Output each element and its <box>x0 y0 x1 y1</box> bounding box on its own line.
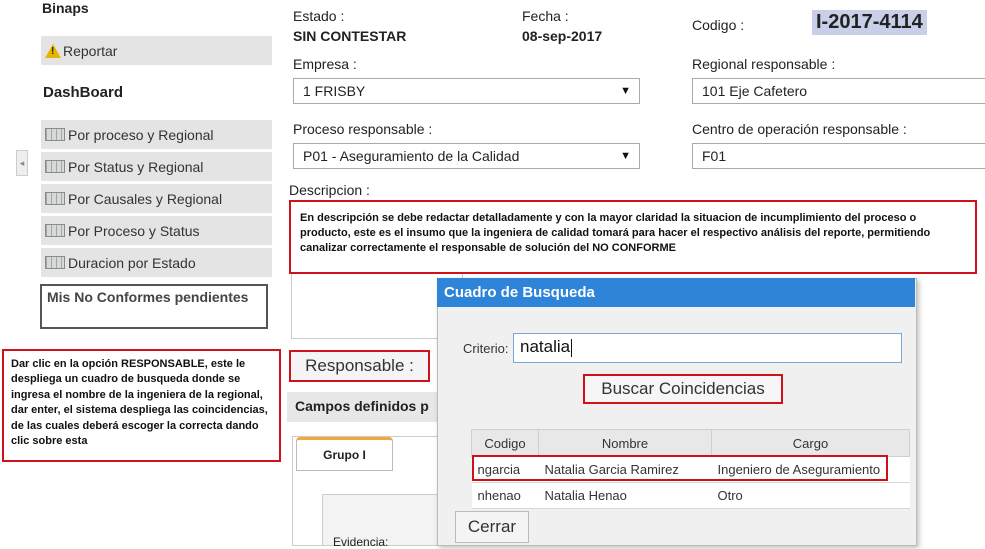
regional-field[interactable]: 101 Eje Cafetero <box>692 78 985 104</box>
codigo-label: Codigo : <box>692 17 745 33</box>
dropdown-arrow-icon: ▼ <box>620 150 631 162</box>
proceso-select[interactable]: P01 - Aseguramiento de la Calidad ▼ <box>293 143 640 169</box>
regional-value: 101 Eje Cafetero <box>702 83 808 99</box>
sidebar-item-causales-regional[interactable]: Por Causales y Regional <box>41 184 272 214</box>
proceso-label: Proceso responsable : <box>293 121 433 137</box>
cell-cargo[interactable]: Otro <box>711 482 910 509</box>
text-caret <box>571 338 573 357</box>
dashboard-title: DashBoard <box>43 84 124 101</box>
cell-codigo[interactable]: nhenao <box>471 482 539 509</box>
report-label: Reportar <box>63 42 118 59</box>
buscar-coincidencias-button[interactable]: Buscar Coincidencias <box>583 374 783 404</box>
sidebar-item-label: Duracion por Estado <box>68 254 196 271</box>
descripcion-label: Descripcion : <box>289 182 370 198</box>
column-header-nombre[interactable]: Nombre <box>538 429 712 457</box>
app-brand: Binaps <box>42 0 89 16</box>
grid-icon <box>45 192 65 205</box>
collapse-sidebar-icon[interactable]: ◂ <box>16 150 28 176</box>
grid-icon <box>45 224 65 237</box>
centro-label: Centro de operación responsable : <box>692 121 907 137</box>
sidebar-item-proceso-regional[interactable]: Por proceso y Regional <box>41 120 272 150</box>
sidebar-item-status-regional[interactable]: Por Status y Regional <box>41 152 272 182</box>
report-button[interactable]: ! Reportar <box>41 36 272 66</box>
criterio-value: natalia <box>520 337 571 356</box>
sidebar-item-duracion-estado[interactable]: Duracion por Estado <box>41 248 272 278</box>
criterio-input[interactable]: natalia <box>513 333 902 363</box>
sidebar-item-label: Por Proceso y Status <box>68 222 200 239</box>
dialog-title[interactable]: Cuadro de Busqueda <box>437 278 915 307</box>
column-header-codigo[interactable]: Codigo <box>471 429 539 457</box>
grid-icon <box>45 160 65 173</box>
dropdown-arrow-icon: ▼ <box>620 85 631 97</box>
table-row[interactable]: nhenao Natalia Henao Otro <box>471 482 910 509</box>
estado-value: SIN CONTESTAR <box>293 28 407 44</box>
grid-icon <box>45 128 65 141</box>
grid-icon <box>45 256 65 269</box>
campos-definidos-header: Campos definidos p <box>287 392 442 422</box>
empresa-label: Empresa : <box>293 56 357 72</box>
warning-icon: ! <box>45 43 61 58</box>
empresa-select[interactable]: 1 FRISBY ▼ <box>293 78 640 104</box>
sidebar-item-label: Por proceso y Regional <box>68 126 214 143</box>
proceso-value: P01 - Aseguramiento de la Calidad <box>303 148 520 164</box>
responsable-annotation: Dar clic en la opción RESPONSABLE, este … <box>2 349 281 462</box>
pending-label: Mis No Conformes pendientes <box>47 289 249 305</box>
descripcion-annotation: En descripción se debe redactar detallad… <box>289 200 977 274</box>
centro-field[interactable]: F01 <box>692 143 985 169</box>
empresa-value: 1 FRISBY <box>303 83 366 99</box>
sidebar-item-proceso-status[interactable]: Por Proceso y Status <box>41 216 272 246</box>
estado-label: Estado : <box>293 8 345 24</box>
regional-label: Regional responsable : <box>692 56 836 72</box>
tab-grupo-i[interactable]: Grupo I <box>296 437 393 471</box>
cerrar-button[interactable]: Cerrar <box>455 511 529 543</box>
evidencia-label: Evidencia: <box>333 535 389 549</box>
fecha-value: 08-sep-2017 <box>522 28 603 44</box>
responsable-button[interactable]: Responsable : <box>289 350 430 382</box>
column-header-cargo[interactable]: Cargo <box>711 429 910 457</box>
sidebar-item-label: Por Causales y Regional <box>68 190 223 207</box>
codigo-value: I-2017-4114 <box>812 10 927 35</box>
selected-row-highlight <box>472 455 888 481</box>
cell-nombre[interactable]: Natalia Henao <box>538 482 712 509</box>
pending-box[interactable]: Mis No Conformes pendientes <box>40 284 268 329</box>
criterio-label: Criterio: <box>463 341 509 356</box>
centro-value: F01 <box>702 148 727 164</box>
fecha-label: Fecha : <box>522 8 569 24</box>
sidebar-item-label: Por Status y Regional <box>68 158 204 175</box>
